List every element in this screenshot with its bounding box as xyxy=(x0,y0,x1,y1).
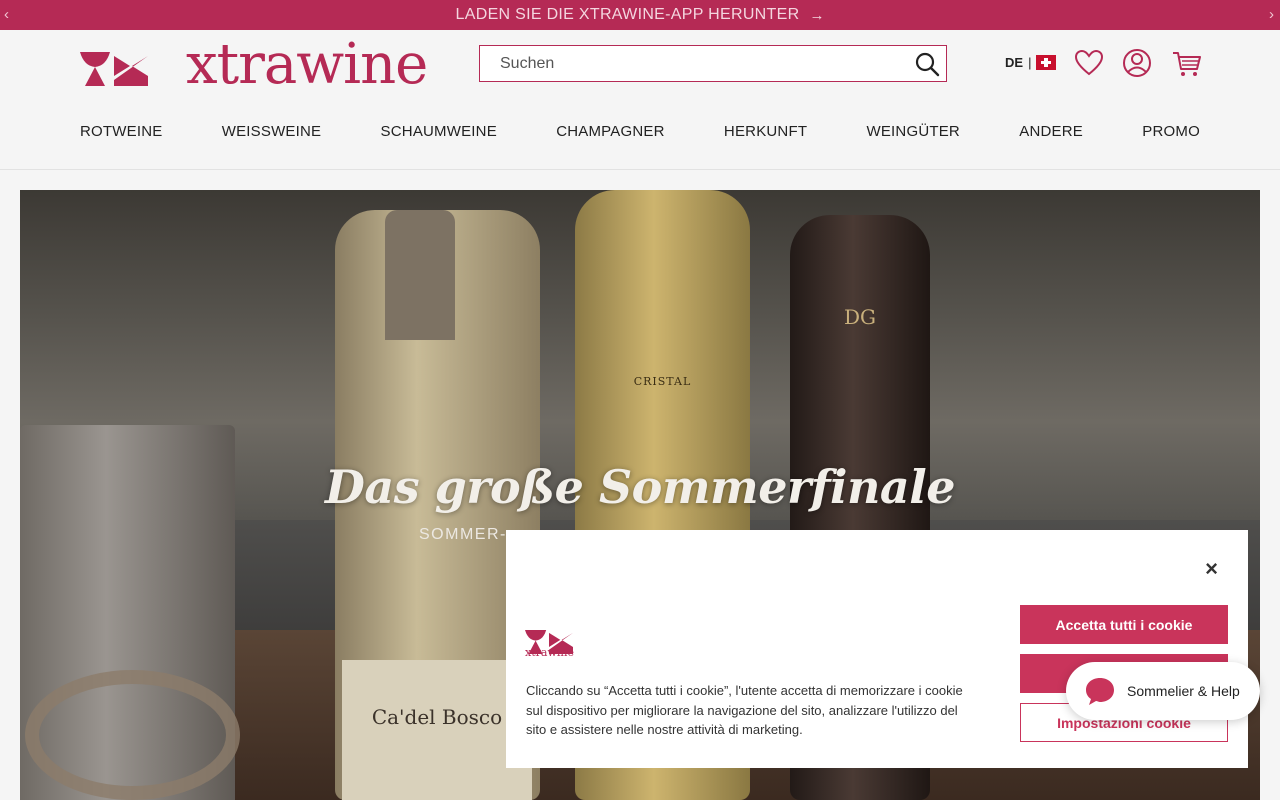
close-icon[interactable]: × xyxy=(1205,556,1218,582)
hero-title: Das große Sommerfinale xyxy=(325,460,955,514)
language-code: DE xyxy=(1005,55,1024,70)
cookie-description: Cliccando su “Accetta tutti i cookie”, l… xyxy=(526,683,963,737)
search-icon[interactable] xyxy=(914,51,940,77)
help-label: Sommelier & Help xyxy=(1127,683,1240,699)
language-separator: | xyxy=(1028,55,1032,70)
xtrawine-logo-icon[interactable] xyxy=(80,52,148,86)
user-icon[interactable] xyxy=(1122,48,1152,78)
heart-icon[interactable] xyxy=(1074,48,1104,78)
cookie-consent-dialog: × xtrawine Cliccando su “Accetta tutti i… xyxy=(506,530,1248,768)
accept-all-cookies-button[interactable]: Accetta tutti i cookie xyxy=(1020,605,1228,644)
banner-text[interactable]: LADEN SIE DIE XTRAWINE-APP HERUNTER xyxy=(456,6,800,24)
bottle-label-text: CRISTAL xyxy=(633,375,692,388)
nav-item-andere[interactable]: ANDERE xyxy=(1019,123,1083,140)
nav-item-champagner[interactable]: CHAMPAGNER xyxy=(556,123,664,140)
bottle-label: Ca'del Bosco xyxy=(342,660,532,800)
nav-item-schaumweine[interactable]: SCHAUMWEINE xyxy=(381,123,497,140)
search-bar xyxy=(479,45,947,82)
bottle-label-text: DG xyxy=(843,305,876,329)
chat-bubble-icon xyxy=(1086,678,1114,705)
nav-item-herkunft[interactable]: HERKUNFT xyxy=(724,123,807,140)
banner-prev-button[interactable]: ‹ xyxy=(4,6,9,23)
hero-subtitle: SOMMER- xyxy=(419,526,507,543)
app-download-banner[interactable]: ‹ LADEN SIE DIE XTRAWINE-APP HERUNTER → … xyxy=(0,0,1280,30)
flag-switzerland-icon xyxy=(1036,55,1057,70)
bottle-neck-foil xyxy=(385,210,455,340)
logo-wordmark[interactable]: xtrawine xyxy=(186,32,428,97)
language-selector[interactable]: DE | xyxy=(1005,55,1057,70)
nav-item-weissweine[interactable]: WEISSWEINE xyxy=(222,123,322,140)
sommelier-help-button[interactable]: Sommelier & Help xyxy=(1066,662,1260,720)
nav-item-rotweine[interactable]: ROTWEINE xyxy=(80,123,162,140)
cart-icon[interactable] xyxy=(1172,48,1202,78)
nav-item-weingueter[interactable]: WEINGÜTER xyxy=(866,123,959,140)
banner-next-button[interactable]: › xyxy=(1269,6,1274,23)
site-header: xtrawine DE | ROTWEINE WEISSWEINE SCHAUM… xyxy=(0,30,1280,170)
arrow-right-icon: → xyxy=(809,6,825,24)
cookie-logo-wordmark: xtrawine xyxy=(525,646,574,659)
rope-image xyxy=(25,670,240,800)
main-navigation: ROTWEINE WEISSWEINE SCHAUMWEINE CHAMPAGN… xyxy=(80,123,1200,140)
search-input[interactable] xyxy=(480,46,900,81)
bottle-label-text: Ca'del Bosco xyxy=(371,705,503,729)
nav-item-promo[interactable]: PROMO xyxy=(1142,123,1200,140)
